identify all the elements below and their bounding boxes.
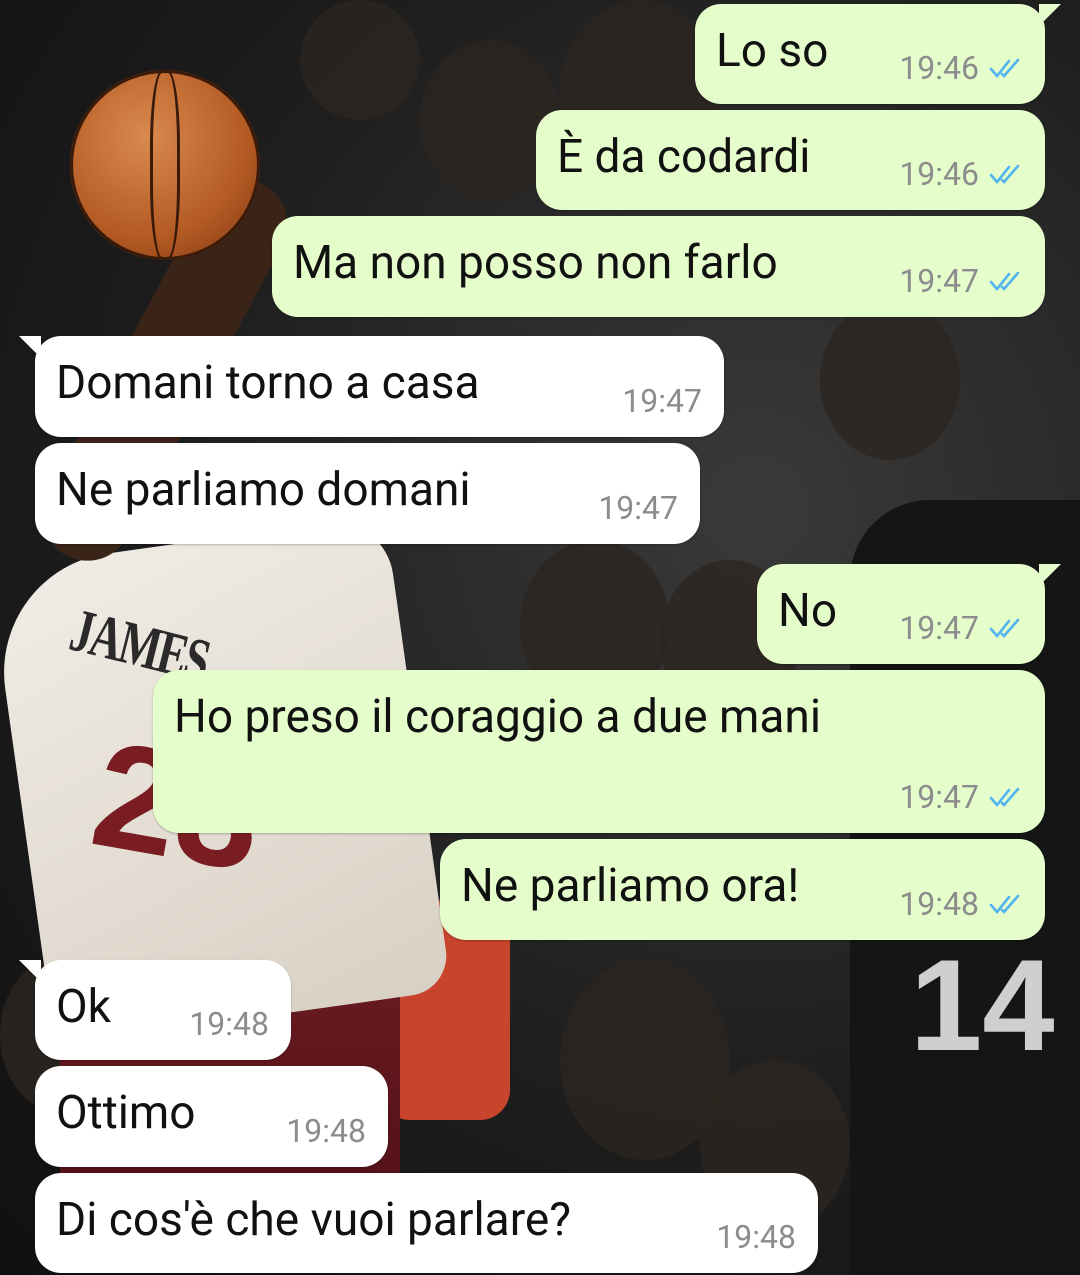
- message-bubble-outgoing[interactable]: È da codardi 19:46: [536, 110, 1045, 210]
- message-meta: 19:47: [899, 781, 1023, 813]
- read-ticks-icon: [989, 164, 1020, 185]
- message-time: 19:47: [622, 382, 702, 420]
- message-time: 19:48: [716, 1218, 796, 1256]
- message-meta: 19:46: [899, 158, 1023, 190]
- bubble-tail: [1039, 564, 1061, 586]
- read-ticks-icon: [989, 894, 1020, 915]
- message-time: 19:46: [899, 155, 979, 193]
- read-ticks-icon: [989, 58, 1020, 79]
- message-bubble-outgoing[interactable]: Ma non posso non farlo 19:47: [272, 216, 1045, 317]
- message-time: 19:47: [899, 609, 979, 647]
- message-time: 19:48: [899, 885, 979, 923]
- message-text: Ottimo: [56, 1086, 196, 1140]
- message-text: Domani torno a casa: [56, 356, 480, 410]
- message-time: 19:48: [286, 1112, 366, 1150]
- message-time: 19:47: [598, 489, 678, 527]
- opponent-jersey-number: 14: [910, 932, 1055, 1078]
- message-bubble-incoming[interactable]: Domani torno a casa 19:47: [19, 336, 724, 437]
- message-text: Lo so: [716, 24, 829, 78]
- message-text: È da codardi: [557, 130, 811, 184]
- bubble-tail: [19, 336, 41, 358]
- message-text: Ne parliamo domani: [56, 463, 471, 517]
- read-ticks-icon: [989, 271, 1020, 292]
- message-bubble-outgoing[interactable]: No 19:47: [757, 564, 1061, 664]
- message-meta: 19:48: [716, 1221, 796, 1253]
- message-meta: 19:47: [899, 265, 1023, 297]
- message-bubble-incoming[interactable]: Di cos'è che vuoi parlare? 19:48: [35, 1173, 818, 1273]
- message-text: Di cos'è che vuoi parlare?: [56, 1193, 571, 1247]
- message-text: Ne parliamo ora!: [461, 859, 800, 913]
- message-bubble-outgoing[interactable]: Ho preso il coraggio a due mani 19:47: [153, 670, 1045, 833]
- read-ticks-icon: [989, 618, 1020, 639]
- message-bubble-incoming[interactable]: Ne parliamo domani 19:47: [35, 443, 700, 544]
- message-meta: 19:48: [286, 1115, 366, 1147]
- message-text: No: [778, 584, 838, 638]
- bubble-tail: [1039, 4, 1061, 26]
- message-bubble-outgoing[interactable]: Ne parliamo ora! 19:48: [440, 839, 1045, 940]
- bubble-tail: [19, 960, 41, 982]
- message-meta: 19:47: [899, 612, 1023, 644]
- message-bubble-outgoing[interactable]: Lo so 19:46: [695, 4, 1061, 104]
- message-meta: 19:48: [189, 1008, 269, 1040]
- message-meta: 19:47: [598, 492, 678, 524]
- basketball: [70, 70, 260, 260]
- message-meta: 19:47: [622, 385, 702, 417]
- message-time: 19:48: [189, 1005, 269, 1043]
- message-time: 19:47: [899, 262, 979, 300]
- message-meta: 19:48: [899, 888, 1023, 920]
- message-text: Ok: [56, 980, 111, 1034]
- read-ticks-icon: [989, 787, 1020, 808]
- message-bubble-incoming[interactable]: Ok 19:48: [19, 960, 291, 1060]
- message-meta: 19:46: [899, 52, 1023, 84]
- message-time: 19:47: [899, 778, 979, 816]
- message-time: 19:46: [899, 49, 979, 87]
- message-text: Ho preso il coraggio a due mani: [174, 690, 822, 744]
- message-bubble-incoming[interactable]: Ottimo 19:48: [35, 1066, 388, 1167]
- message-text: Ma non posso non farlo: [293, 236, 778, 290]
